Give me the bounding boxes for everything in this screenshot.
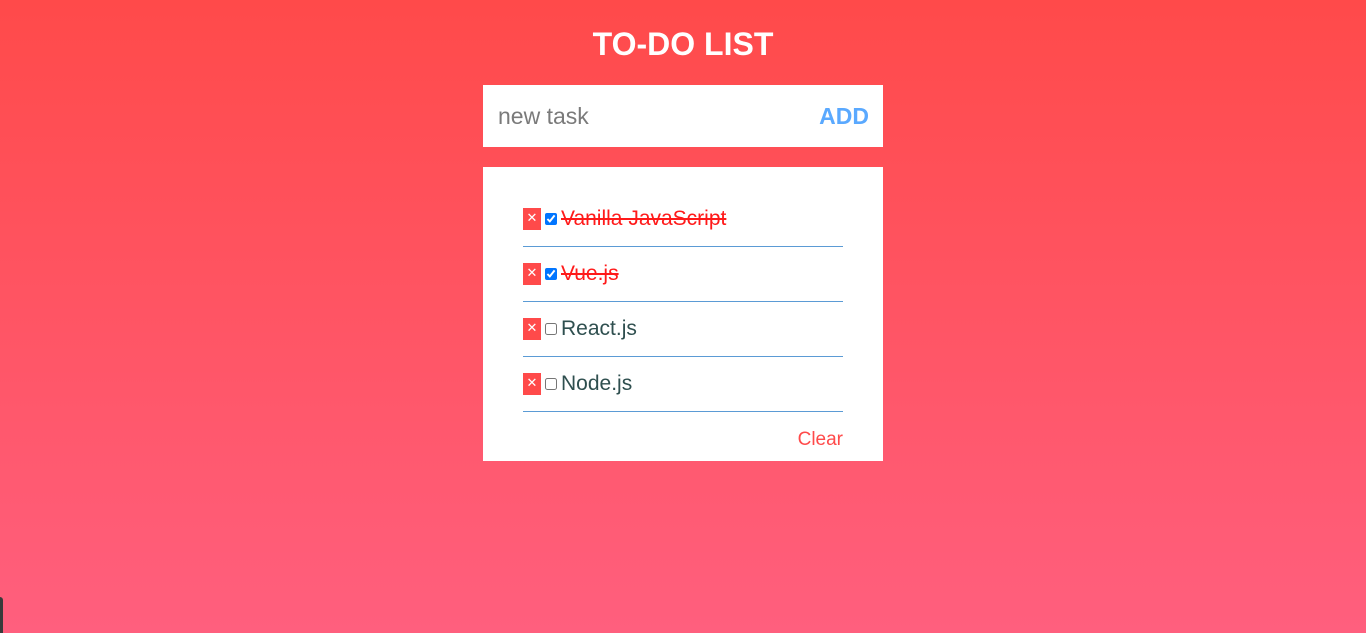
page-title: TO-DO LIST bbox=[592, 26, 774, 62]
task-label: Vanilla JavaScript bbox=[561, 207, 727, 230]
delete-task-button[interactable]: ✕ bbox=[523, 373, 541, 395]
clear-button[interactable]: Clear bbox=[798, 429, 843, 451]
task-item: ✕ React.js bbox=[523, 302, 843, 357]
task-list: ✕ Vanilla JavaScript ✕ Vue.js ✕ React.js… bbox=[523, 192, 843, 412]
task-list-card: ✕ Vanilla JavaScript ✕ Vue.js ✕ React.js… bbox=[483, 167, 883, 461]
task-checkbox[interactable] bbox=[545, 268, 557, 280]
delete-task-button[interactable]: ✕ bbox=[523, 208, 541, 230]
task-label: Node.js bbox=[561, 372, 633, 395]
task-checkbox[interactable] bbox=[545, 213, 557, 225]
task-checkbox[interactable] bbox=[545, 323, 557, 335]
new-task-form: ADD bbox=[483, 85, 883, 147]
task-item: ✕ Vanilla JavaScript bbox=[523, 192, 843, 247]
new-task-input[interactable] bbox=[483, 85, 803, 147]
task-item: ✕ Vue.js bbox=[523, 247, 843, 302]
add-button[interactable]: ADD bbox=[819, 85, 869, 147]
task-checkbox[interactable] bbox=[545, 378, 557, 390]
task-item: ✕ Node.js bbox=[523, 357, 843, 412]
task-label: React.js bbox=[561, 317, 637, 340]
delete-task-button[interactable]: ✕ bbox=[523, 318, 541, 340]
delete-task-button[interactable]: ✕ bbox=[523, 263, 541, 285]
task-label: Vue.js bbox=[561, 262, 619, 285]
window-edge-handle bbox=[0, 597, 3, 633]
